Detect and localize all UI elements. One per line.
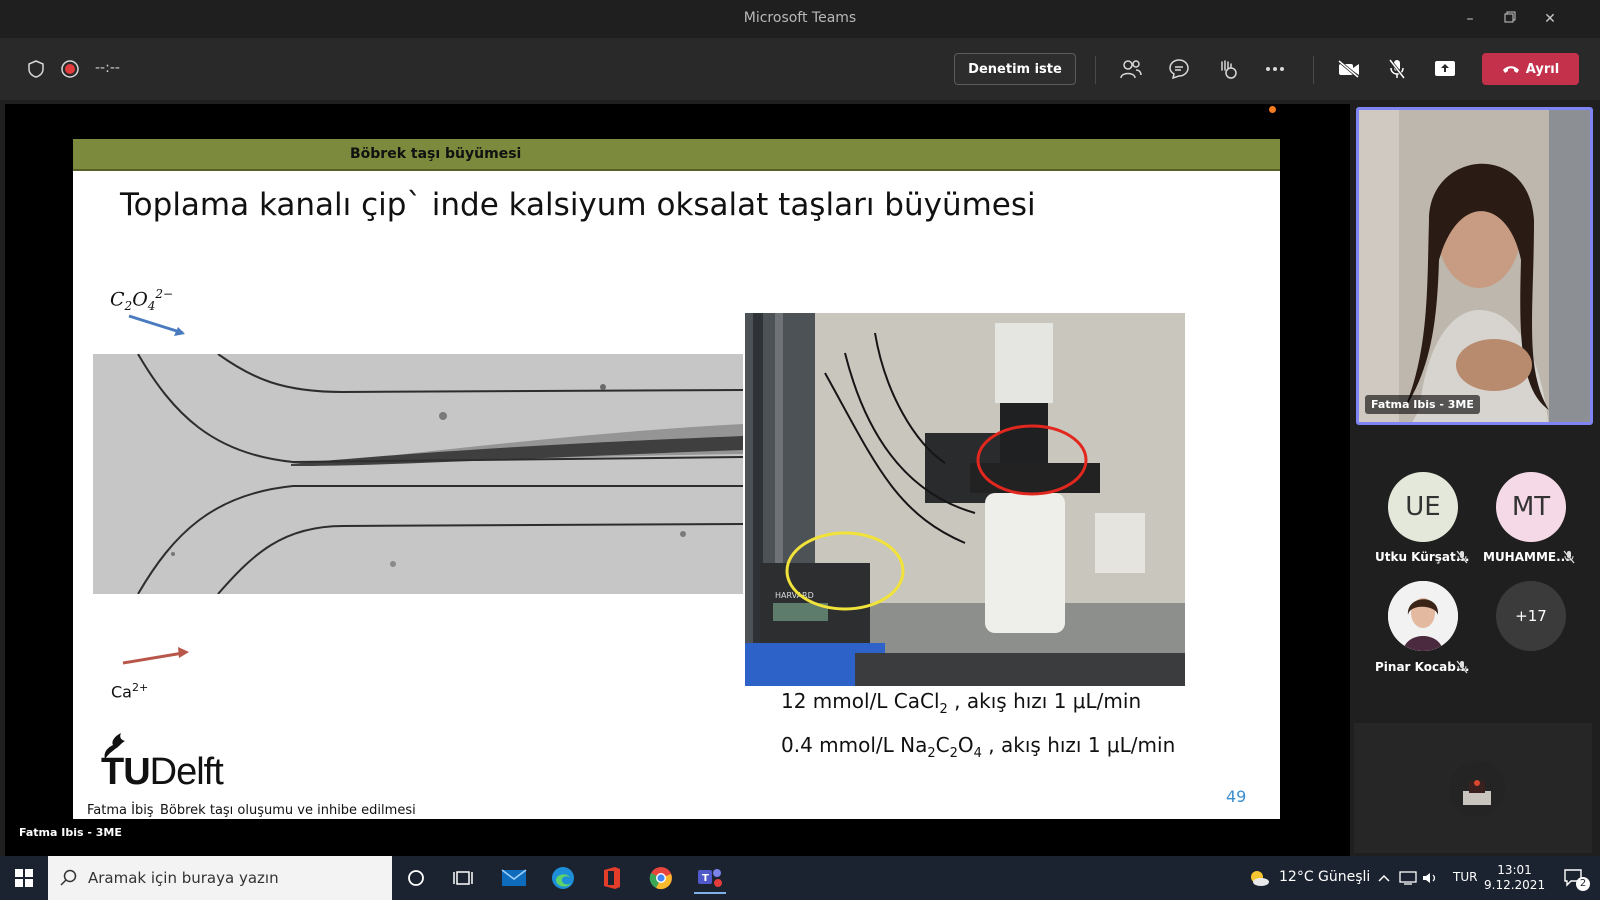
slide-footer-author: Fatma İbiş — [87, 803, 154, 818]
slide-title: Toplama kanalı çip` inde kalsiyum oksala… — [120, 187, 1036, 223]
network-icon[interactable] — [1396, 862, 1420, 894]
meeting-timer: --:-- — [95, 60, 120, 76]
activity-dot — [1269, 106, 1276, 113]
participant-avatar[interactable]: UE — [1388, 472, 1458, 542]
restore-icon[interactable] — [1498, 8, 1522, 30]
more-options-icon[interactable] — [1259, 53, 1291, 85]
minimize-icon[interactable]: – — [1458, 8, 1482, 30]
leave-button[interactable]: Ayrıl — [1482, 53, 1579, 85]
camera-off-icon[interactable] — [1333, 53, 1365, 85]
mic-muted-icon — [1456, 660, 1468, 674]
blue-arrow — [128, 314, 185, 336]
window-title: Microsoft Teams — [743, 10, 857, 26]
speaker-name-tag: Fatma Ibis - 3ME — [1365, 395, 1480, 414]
windows-start-icon[interactable] — [8, 862, 40, 894]
office-app-icon[interactable] — [596, 862, 628, 894]
oxalate-ion-label: C2O42− — [110, 287, 174, 314]
red-arrow — [122, 647, 189, 665]
slide-header-bar: Böbrek taşı büyümesi — [73, 139, 1280, 171]
participant-photo — [1388, 581, 1458, 651]
taskbar-search-input[interactable]: Aramak için buraya yazın — [48, 856, 392, 900]
clock-time: 13:01 — [1497, 863, 1532, 877]
more-participants-button[interactable]: +17 — [1496, 581, 1566, 651]
condition-cacl2: 12 mmol/L CaCl2 , akış hızı 1 μL/min — [781, 689, 1142, 717]
active-speaker-video[interactable]: Fatma Ibis - 3ME — [1356, 107, 1593, 425]
self-preview-avatar[interactable] — [1449, 761, 1505, 817]
slide-footer-topic: Böbrek taşı oluşumu ve inhibe edilmesi — [160, 803, 416, 818]
meeting-toolbar: --:-- Denetim iste Ayrıl — [0, 38, 1600, 100]
edge-browser-icon[interactable] — [547, 862, 579, 894]
participant-photo-avatar[interactable] — [1388, 581, 1458, 651]
notification-count: 2 — [1576, 877, 1590, 891]
reactions-icon[interactable] — [1211, 53, 1243, 85]
close-icon[interactable]: ✕ — [1538, 8, 1562, 30]
weather-icon[interactable] — [1243, 862, 1275, 894]
shield-icon[interactable] — [20, 53, 52, 85]
notifications-icon[interactable]: 2 — [1558, 862, 1590, 894]
mail-app-icon[interactable] — [498, 862, 530, 894]
lab-setup-photo: HARVARD — [745, 313, 1185, 686]
search-placeholder: Aramak için buraya yazın — [88, 869, 279, 887]
input-language[interactable]: TUR — [1453, 870, 1477, 884]
participant-name: MUHAMME... — [1483, 550, 1570, 564]
speaker-video-frame — [1359, 110, 1590, 422]
cortana-icon[interactable] — [400, 862, 432, 894]
toolbar-divider — [1313, 56, 1314, 84]
teams-app-icon[interactable]: T — [694, 862, 726, 894]
share-screen-icon[interactable] — [1429, 53, 1461, 85]
slide-page-number: 49 — [1226, 787, 1247, 806]
microfluidic-channel-image — [93, 354, 743, 594]
participant-initials: UE — [1405, 492, 1441, 522]
taskbar-clock[interactable]: 13:01 9.12.2021 — [1484, 863, 1545, 893]
svg-text:T: T — [702, 873, 709, 884]
title-bar: Microsoft Teams – ✕ — [0, 0, 1600, 38]
clock-date: 9.12.2021 — [1484, 878, 1546, 892]
condition-na2c2o4: 0.4 mmol/L Na2C2O4 , akış hızı 1 μL/min — [781, 733, 1176, 761]
calcium-ion-label: Ca2+ — [111, 681, 149, 702]
request-control-button[interactable]: Denetim iste — [954, 53, 1076, 85]
chat-icon[interactable] — [1163, 53, 1195, 85]
toolbar-divider — [1095, 56, 1096, 84]
mic-muted-icon — [1456, 550, 1468, 564]
volume-icon[interactable] — [1420, 862, 1440, 894]
participant-avatar[interactable]: MT — [1496, 472, 1566, 542]
mic-off-icon[interactable] — [1381, 53, 1413, 85]
task-view-icon[interactable] — [447, 862, 479, 894]
presentation-slide: Böbrek taşı büyümesi Toplama kanalı çip`… — [73, 139, 1280, 819]
recording-icon[interactable] — [54, 53, 86, 85]
phone-hangup-icon — [1502, 66, 1519, 73]
leave-label: Ayrıl — [1525, 61, 1560, 77]
participants-icon[interactable] — [1115, 53, 1147, 85]
search-icon — [60, 869, 77, 886]
windows-taskbar: Aramak için buraya yazın T 12°C Güneşli … — [0, 856, 1600, 900]
tu-delft-logo-text: TUDelft — [101, 751, 224, 793]
presenter-name-label: Fatma Ibis - 3ME — [19, 826, 122, 839]
self-preview-image — [1449, 761, 1505, 817]
participant-initials: MT — [1511, 492, 1551, 522]
slide-header-text: Böbrek taşı büyümesi — [350, 146, 522, 162]
weather-text[interactable]: 12°C Güneşli — [1279, 869, 1370, 885]
mic-muted-icon — [1563, 550, 1575, 564]
tray-overflow-icon[interactable] — [1376, 862, 1392, 894]
chrome-browser-icon[interactable] — [645, 862, 677, 894]
